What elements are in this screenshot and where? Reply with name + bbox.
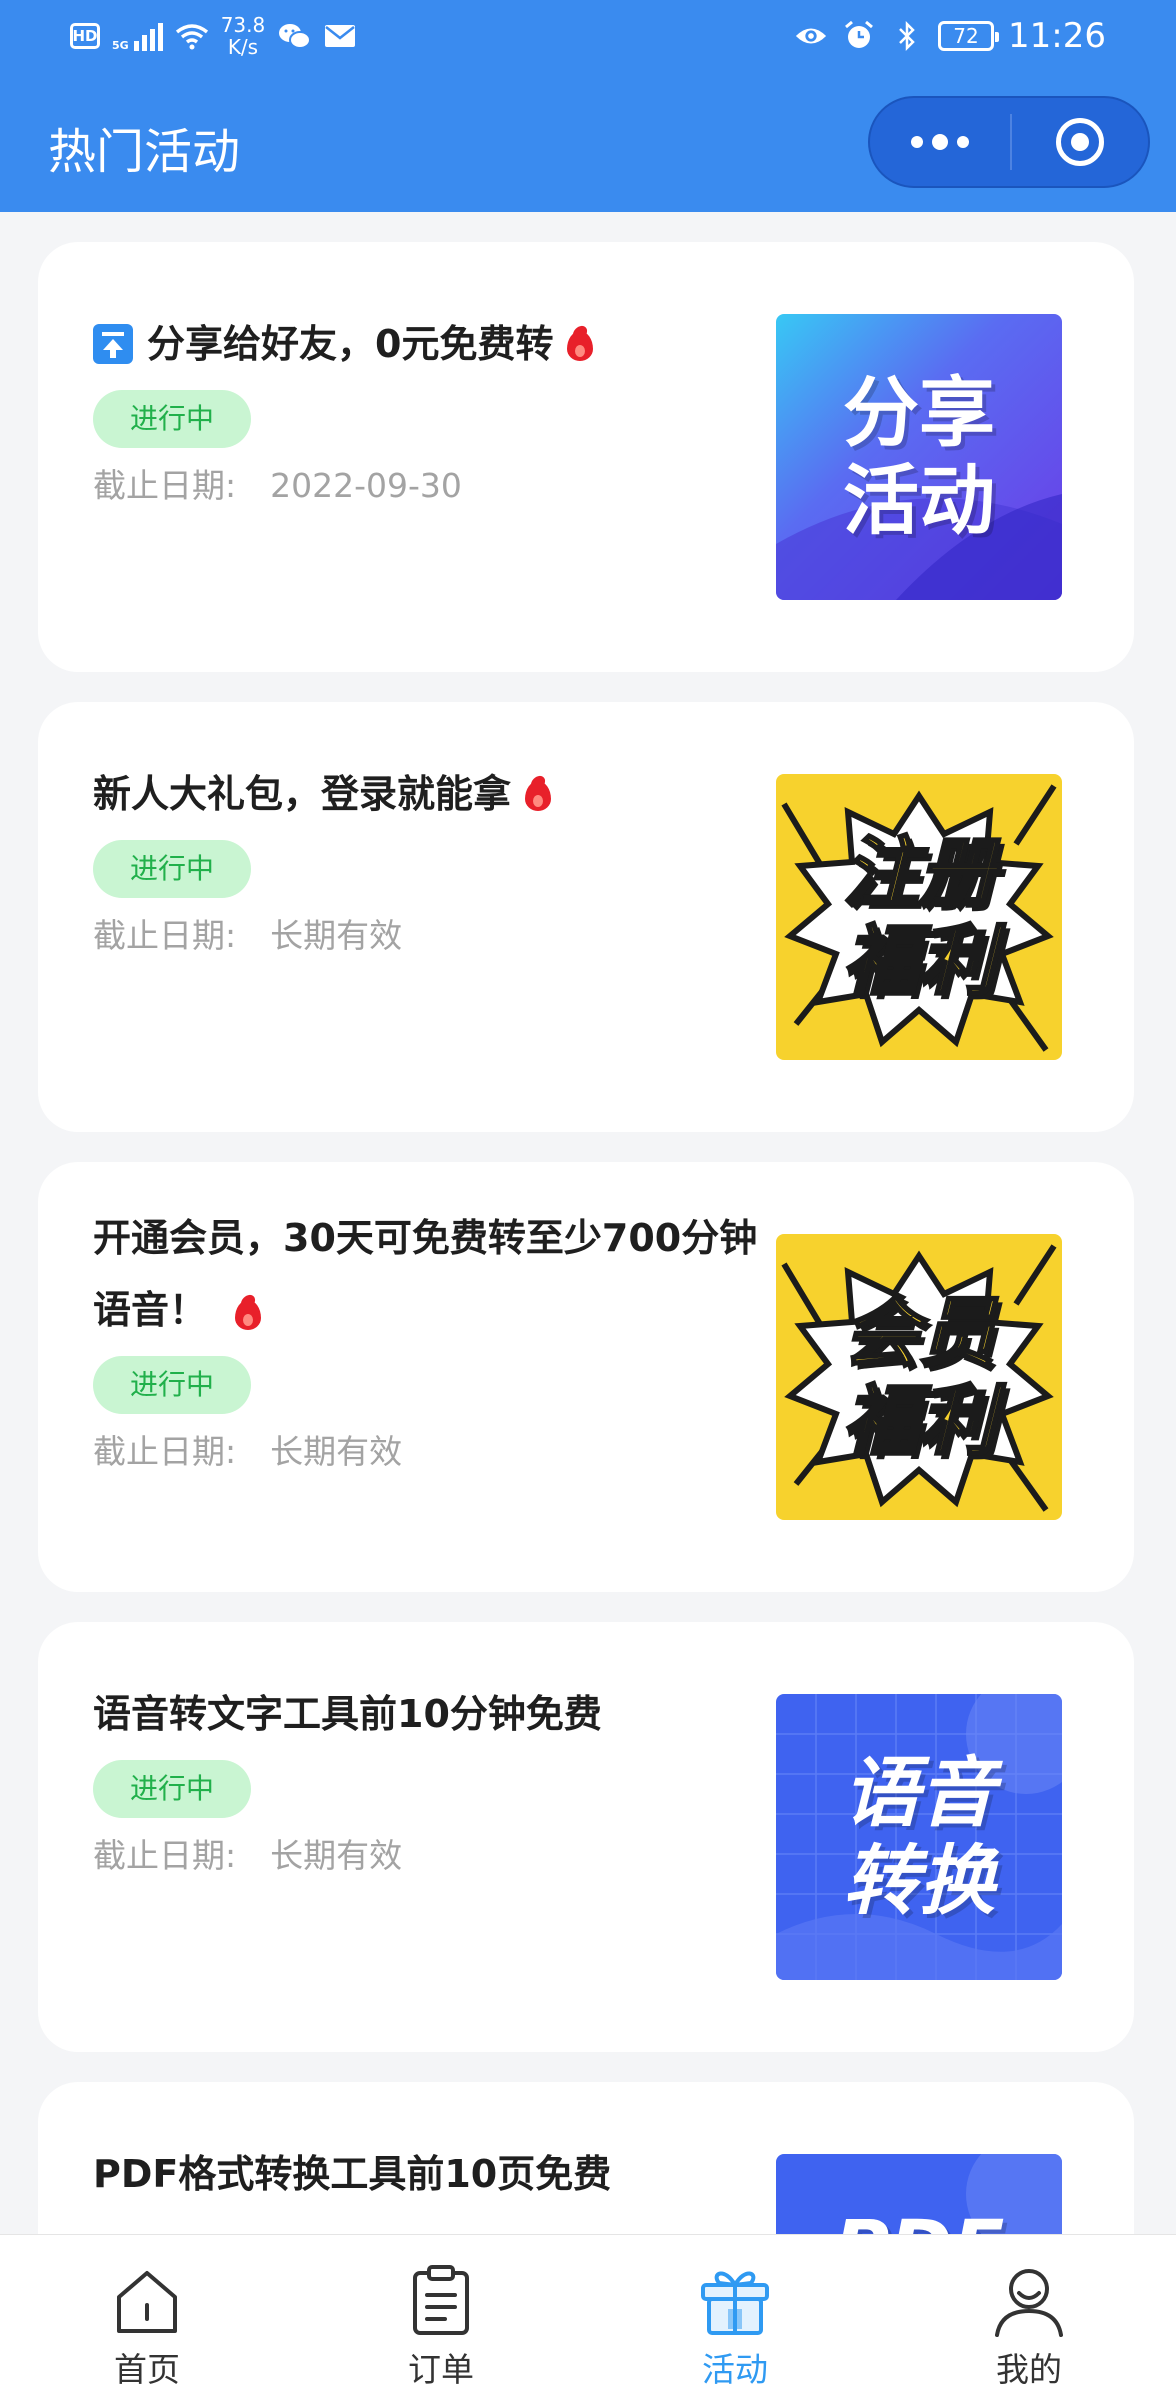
card-text: 新人大礼包，登录就能拿 进行中 截止日期: 长期有效 (93, 758, 773, 960)
tab-bar: 首页 订单 活动 我的 (0, 2234, 1176, 2400)
clipboard-icon (403, 2263, 479, 2339)
card-text: 语音转文字工具前10分钟免费 进行中 截止日期: 长期有效 (93, 1678, 773, 1880)
activity-title: 分享给好友，0元免费转 (93, 308, 773, 380)
tab-label: 首页 (114, 2350, 180, 2389)
5g-label: 5G (112, 39, 129, 52)
card-text: 分享给好友，0元免费转 进行中 截止日期: 2022-09-30 (93, 308, 773, 510)
activity-thumbnail: 会员 福利 (776, 1234, 1062, 1520)
activity-title: 开通会员，30天可免费转至少700分钟语音！ (93, 1216, 758, 1332)
status-left: HD 5G 73.8 K/s (70, 14, 357, 58)
header: HD 5G 73.8 K/s 72 11:26 热门活动 (0, 0, 1176, 212)
clock: 11:26 (1008, 16, 1106, 56)
gift-icon (697, 2263, 773, 2339)
more-icon[interactable] (870, 98, 1010, 186)
activity-card[interactable]: 开通会员，30天可免费转至少700分钟语音！ 进行中 截止日期: 长期有效 会员 … (38, 1162, 1134, 1592)
bluetooth-icon (890, 20, 924, 52)
tab-activities[interactable]: 活动 (588, 2235, 882, 2400)
activity-title: 语音转文字工具前10分钟免费 (93, 1692, 602, 1736)
mail-icon (323, 21, 357, 51)
close-button[interactable] (1012, 98, 1148, 186)
page-title: 热门活动 (48, 124, 241, 180)
net-speed: 73.8 K/s (220, 13, 266, 59)
alarm-icon (842, 20, 876, 51)
status-badge: 进行中 (93, 1356, 251, 1414)
fire-icon (565, 323, 595, 363)
deadline: 截止日期: 长期有效 (93, 916, 403, 955)
status-badge: 进行中 (93, 840, 251, 898)
status-bar: HD 5G 73.8 K/s 72 11:26 (0, 0, 1176, 72)
fire-icon (233, 1291, 263, 1332)
status-right: 72 11:26 (794, 14, 1106, 58)
tab-label: 我的 (996, 2350, 1062, 2389)
activity-title: PDF格式转换工具前10页免费 (93, 2152, 612, 2196)
wifi-icon (175, 21, 209, 51)
activity-title: 新人大礼包，登录就能拿 (93, 758, 773, 830)
activity-card[interactable]: 语音转文字工具前10分钟免费 进行中 截止日期: 长期有效 语音 转换 (38, 1622, 1134, 2052)
mini-program-capsule (868, 96, 1150, 188)
activity-thumbnail: 注册 福利 (776, 774, 1062, 1060)
battery-icon: 72 (938, 21, 1000, 51)
tab-orders[interactable]: 订单 (294, 2235, 588, 2400)
thumbnail-text: 会员 福利 (842, 1287, 997, 1466)
status-badge: 进行中 (93, 390, 251, 448)
tab-profile[interactable]: 我的 (882, 2235, 1176, 2400)
target-icon (1056, 118, 1104, 166)
home-icon (109, 2263, 185, 2339)
card-text: PDF格式转换工具前10页免费 (93, 2138, 773, 2210)
user-icon (991, 2263, 1067, 2339)
deadline: 截止日期: 长期有效 (93, 1432, 403, 1471)
share-icon (93, 324, 133, 364)
activity-thumbnail: 语音 转换 (776, 1694, 1062, 1980)
tab-label: 活动 (702, 2350, 768, 2389)
activity-card[interactable]: 分享给好友，0元免费转 进行中 截止日期: 2022-09-30 分享 活动 (38, 242, 1134, 672)
card-text: 开通会员，30天可免费转至少700分钟语音！ 进行中 截止日期: 长期有效 (93, 1202, 773, 1476)
thumbnail-text: 分享 活动 (843, 368, 995, 545)
tab-label: 订单 (408, 2350, 474, 2389)
fire-icon (523, 773, 553, 813)
thumbnail-text: 注册 福利 (842, 827, 997, 1006)
wechat-icon (277, 21, 312, 51)
title-bar: 热门活动 (0, 72, 1176, 212)
signal-icon: 5G (112, 21, 163, 51)
tab-home[interactable]: 首页 (0, 2235, 294, 2400)
activity-card[interactable]: 新人大礼包，登录就能拿 进行中 截止日期: 长期有效 注册 福利 (38, 702, 1134, 1132)
thumbnail-text: 语音 转换 (843, 1748, 995, 1925)
deadline: 截止日期: 长期有效 (93, 1836, 403, 1875)
activity-thumbnail: 分享 活动 (776, 314, 1062, 600)
hd-icon: HD (70, 23, 100, 49)
eye-icon (794, 21, 828, 51)
deadline: 截止日期: 2022-09-30 (93, 466, 462, 505)
status-badge: 进行中 (93, 1760, 251, 1818)
page: HD 5G 73.8 K/s 72 11:26 热门活动 分享给好友，0元免费转… (0, 0, 1176, 2400)
